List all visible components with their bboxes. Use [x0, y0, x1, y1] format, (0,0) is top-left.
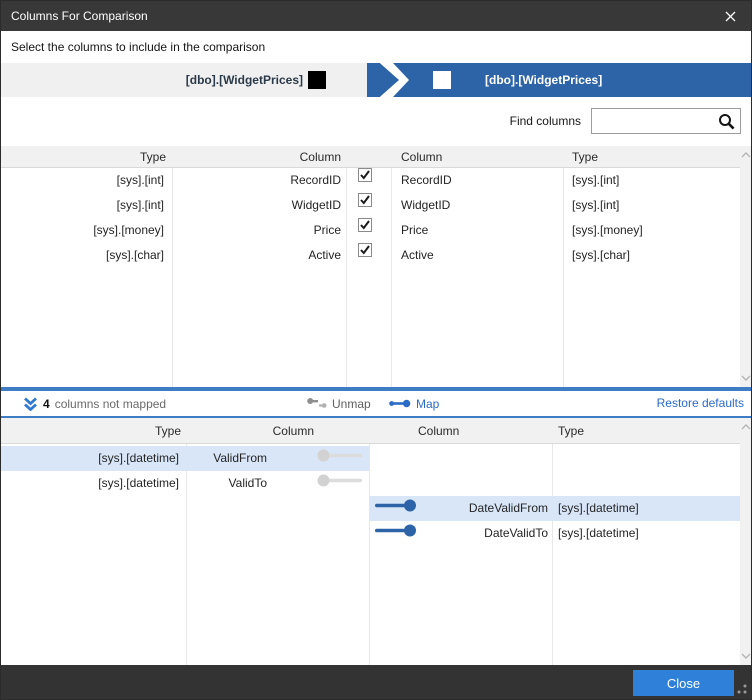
close-icon[interactable]: [715, 1, 745, 31]
table-mapping-header: [dbo].[WidgetPrices] [dbo].[WidgetPrices…: [1, 63, 751, 97]
source-type-cell: [sys].[datetime]: [39, 446, 179, 471]
title-bar: Columns For Comparison: [1, 1, 751, 31]
target-color-chip: [433, 71, 451, 89]
unmap-label: Unmap: [332, 397, 371, 411]
scrollbar-up-icon[interactable]: [740, 148, 752, 162]
source-column-cell: Active: [239, 243, 341, 268]
mapped-column-row[interactable]: [sys].[int] WidgetID WidgetID [sys].[int]: [1, 193, 740, 218]
source-column-cell: RecordID: [239, 168, 341, 193]
target-type-cell: [sys].[int]: [572, 168, 619, 193]
unmapped-grid-scrollbar[interactable]: [740, 418, 752, 665]
include-column-checkbox[interactable]: [358, 243, 372, 257]
col-header-right-column: Column: [418, 418, 459, 444]
unmapped-summary: 4 columns not mapped: [23, 391, 166, 416]
unmapped-toggle-icon[interactable]: [317, 471, 363, 496]
scrollbar-up-icon[interactable]: [740, 420, 752, 434]
search-icon[interactable]: [718, 113, 735, 130]
footer-bar: Close: [1, 665, 751, 700]
dialog-instruction: Select the columns to include in the com…: [11, 31, 265, 63]
close-button[interactable]: Close: [633, 670, 734, 696]
source-column-cell: ValidTo: [167, 471, 267, 496]
source-type-cell: [sys].[int]: [41, 168, 164, 193]
restore-defaults-link[interactable]: Restore defaults: [657, 391, 744, 416]
mapped-column-row[interactable]: [sys].[int] RecordID RecordID [sys].[int]: [1, 168, 740, 193]
target-type-cell: [sys].[datetime]: [558, 521, 639, 546]
target-type-cell: [sys].[int]: [572, 193, 619, 218]
unmapped-columns-grid: Type Column Column Type [sys].[datetime]…: [1, 418, 751, 665]
mapped-column-row[interactable]: [sys].[char] Active Active [sys].[char]: [1, 243, 740, 268]
dialog-title: Columns For Comparison: [11, 1, 148, 31]
mapping-arrow-icon: [367, 63, 399, 97]
target-column-cell: RecordID: [401, 168, 452, 193]
source-type-cell: [sys].[int]: [41, 193, 164, 218]
target-column-cell: Price: [401, 218, 428, 243]
include-column-checkbox[interactable]: [358, 218, 372, 232]
col-header-right-column: Column: [401, 146, 442, 168]
source-type-cell: [sys].[money]: [41, 218, 164, 243]
include-column-checkbox[interactable]: [358, 193, 372, 207]
find-columns-label: Find columns: [510, 97, 581, 146]
map-icon: [389, 397, 411, 410]
mapped-columns-grid: Type Column Column Type [sys].[int] Recor…: [1, 146, 751, 387]
unmap-icon: [307, 397, 327, 410]
col-header-left-type: Type: [41, 146, 166, 168]
unmapped-toggle-icon[interactable]: [317, 446, 363, 471]
unmap-button[interactable]: Unmap: [307, 391, 371, 416]
unmapped-section-bar: 4 columns not mapped Unmap: [1, 391, 751, 416]
source-color-chip: [308, 71, 326, 89]
target-type-cell: [sys].[money]: [572, 218, 643, 243]
target-table-name: [dbo].[WidgetPrices]: [485, 63, 602, 97]
scrollbar-down-icon[interactable]: [740, 371, 752, 385]
col-header-right-type: Type: [572, 146, 598, 168]
unmapped-source-row[interactable]: [sys].[datetime]ValidTo: [1, 471, 369, 496]
col-header-right-type: Type: [558, 418, 584, 444]
source-type-cell: [sys].[char]: [41, 243, 164, 268]
unmapped-count-label: columns not mapped: [55, 397, 166, 411]
target-table-band: [dbo].[WidgetPrices]: [393, 63, 752, 97]
mapped-grid-header: Type Column Column Type: [1, 146, 751, 168]
unmapped-source-row[interactable]: [sys].[datetime]ValidFrom: [1, 446, 369, 471]
include-column-checkbox[interactable]: [358, 168, 372, 182]
unmapped-grid-header: Type Column Column Type: [1, 418, 751, 444]
target-column-cell: WidgetID: [401, 193, 450, 218]
source-column-cell: ValidFrom: [167, 446, 267, 471]
unmapped-target-row[interactable]: DateValidTo [sys].[datetime]: [369, 521, 740, 546]
collapse-chevron-icon[interactable]: [23, 397, 38, 411]
target-column-cell: DateValidFrom: [448, 496, 548, 521]
col-header-left-column: Column: [239, 146, 341, 168]
col-header-left-type: Type: [39, 418, 181, 444]
grid-divider: [552, 444, 553, 665]
source-table-band: [dbo].[WidgetPrices]: [1, 63, 377, 97]
map-label: Map: [416, 397, 439, 411]
target-type-cell: [sys].[datetime]: [558, 496, 639, 521]
source-table-name: [dbo].[WidgetPrices]: [186, 73, 303, 87]
columns-for-comparison-dialog: Columns For Comparison Select the column…: [0, 0, 752, 700]
map-button[interactable]: Map: [389, 391, 439, 416]
target-type-cell: [sys].[char]: [572, 243, 630, 268]
col-header-left-column: Column: [214, 418, 314, 444]
source-column-cell: Price: [239, 218, 341, 243]
target-column-cell: Active: [401, 243, 434, 268]
unmapped-toggle-icon[interactable]: [375, 521, 417, 546]
scrollbar-down-icon[interactable]: [740, 649, 752, 663]
resize-grip-icon[interactable]: [736, 683, 747, 697]
source-column-cell: WidgetID: [239, 193, 341, 218]
unmapped-count: 4: [43, 397, 50, 411]
mapped-column-row[interactable]: [sys].[money] Price Price [sys].[money]: [1, 218, 740, 243]
unmapped-target-row[interactable]: DateValidFrom [sys].[datetime]: [369, 496, 740, 521]
grid-divider: [369, 444, 370, 665]
source-type-cell: [sys].[datetime]: [39, 471, 179, 496]
mapped-grid-scrollbar[interactable]: [740, 146, 752, 387]
target-column-cell: DateValidTo: [448, 521, 548, 546]
unmapped-toggle-icon[interactable]: [375, 496, 417, 521]
